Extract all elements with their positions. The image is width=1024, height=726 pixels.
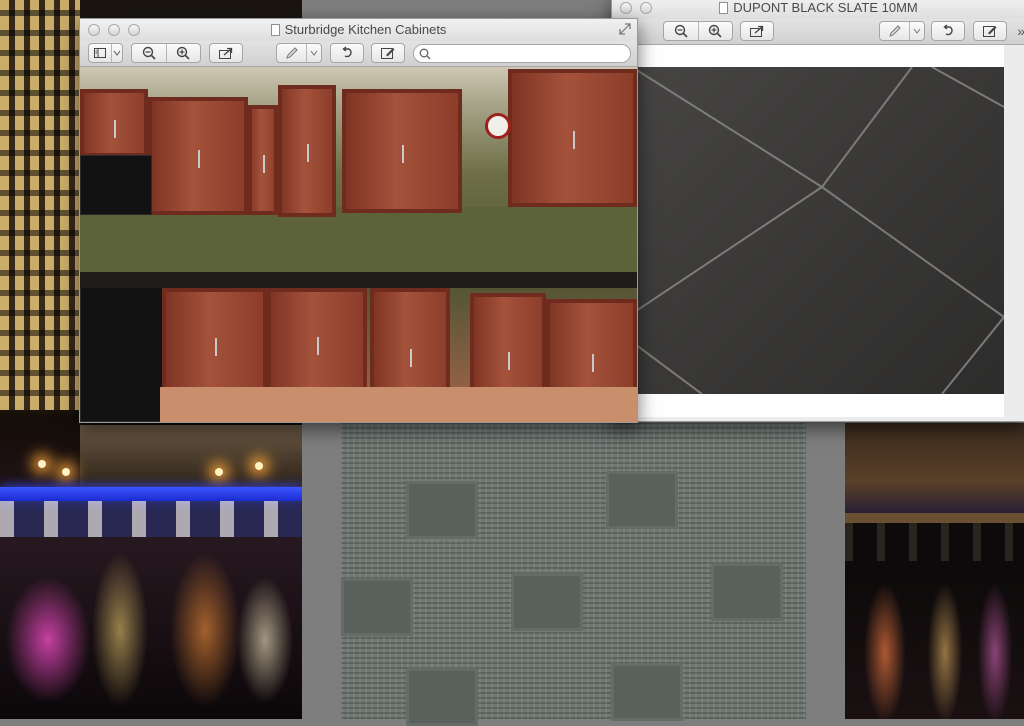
rotate-icon: [342, 46, 352, 58]
zoom-out-button[interactable]: [664, 22, 698, 40]
toolbar: [80, 41, 637, 67]
floor: [160, 387, 637, 422]
zoom-control: [131, 43, 201, 63]
microwave: [80, 155, 152, 215]
window-title: Sturbridge Kitchen Cabinets: [284, 22, 447, 37]
image-canvas: [612, 45, 1004, 417]
sidebar-view-control: [88, 43, 123, 63]
pen-icon: [285, 47, 298, 59]
upper-cabinet: [508, 69, 637, 207]
upper-cabinet: [148, 97, 248, 215]
street-light: [215, 468, 223, 476]
base-cabinet: [267, 288, 367, 396]
share-button[interactable]: [209, 43, 243, 63]
toolbar: »: [612, 19, 1024, 45]
wall: [80, 207, 637, 277]
street-light: [38, 460, 46, 468]
share-icon: [219, 47, 233, 59]
carpet-square: [406, 481, 478, 539]
toolbar-overflow-button[interactable]: »: [1017, 23, 1024, 39]
rotate-button[interactable]: [931, 21, 965, 41]
close-button[interactable]: [88, 24, 100, 36]
desktop-carpet-texture-image: [341, 423, 806, 726]
zoom-in-icon: [177, 46, 190, 60]
search-input[interactable]: [435, 46, 619, 61]
search-field[interactable]: [413, 44, 631, 63]
zoom-out-icon: [142, 46, 156, 60]
sidebar-icon: [94, 48, 106, 58]
preview-window-slate: DUPONT BLACK SLATE 10MM »: [611, 0, 1024, 422]
annotate-button[interactable]: [371, 43, 405, 63]
minimize-button[interactable]: [640, 2, 652, 14]
street-light: [255, 462, 263, 470]
view-options-button[interactable]: [111, 44, 122, 62]
desktop-city-night-image-right: [845, 423, 1024, 719]
chevron-down-icon: [310, 50, 318, 56]
pen-options-button[interactable]: [909, 22, 924, 40]
pen-button[interactable]: [880, 22, 909, 40]
oven: [80, 285, 164, 422]
minimize-button[interactable]: [108, 24, 120, 36]
slate-tile-image: [612, 67, 1004, 394]
kitchen-cabinets-image: [80, 67, 637, 422]
title-bar[interactable]: DUPONT BLACK SLATE 10MM: [612, 0, 1024, 19]
annotate-icon: [381, 48, 395, 59]
close-button[interactable]: [620, 2, 632, 14]
pen-icon: [888, 25, 901, 37]
carpet-square: [711, 563, 783, 621]
zoom-in-button[interactable]: [165, 44, 201, 62]
markup-pen-control: [879, 21, 925, 41]
upper-cabinet: [248, 105, 278, 215]
carpet-square: [406, 668, 478, 726]
carpet-square: [606, 471, 678, 529]
carpet-square: [611, 663, 683, 721]
street-light: [62, 468, 70, 476]
wall-clock: [485, 113, 511, 139]
countertop: [80, 272, 637, 288]
pen-options-button[interactable]: [306, 44, 321, 62]
rotate-button[interactable]: [330, 43, 364, 63]
zoom-button[interactable]: [128, 24, 140, 36]
slate-tile-grout-lines: [612, 67, 1004, 394]
fullscreen-icon[interactable]: [619, 23, 631, 35]
zoom-out-icon: [674, 24, 688, 38]
share-button[interactable]: [740, 21, 774, 41]
document-icon: [270, 23, 280, 36]
pen-button[interactable]: [277, 44, 306, 62]
zoom-out-button[interactable]: [132, 44, 166, 62]
share-icon: [750, 25, 764, 37]
zoom-in-button[interactable]: [697, 22, 733, 40]
bridge: [845, 513, 1024, 523]
title-bar[interactable]: Sturbridge Kitchen Cabinets: [80, 19, 637, 41]
annotate-icon: [983, 26, 997, 37]
document-icon: [719, 1, 729, 14]
lit-tower-building: [0, 0, 80, 410]
blue-lit-bridge: [0, 487, 302, 501]
zoom-in-icon: [709, 24, 722, 38]
glass-door-cabinet: [278, 85, 336, 217]
preview-window-kitchen: Sturbridge Kitchen Cabinets: [79, 18, 638, 423]
carpet-square: [341, 578, 413, 636]
carpet-square: [511, 573, 583, 631]
zoom-control: [663, 21, 733, 41]
sidebar-button[interactable]: [89, 44, 111, 62]
annotate-button[interactable]: [973, 21, 1007, 41]
search-icon: [419, 48, 431, 59]
rotate-icon: [943, 24, 953, 36]
bridge-piers: [845, 523, 1024, 561]
base-cabinet-drawers: [162, 288, 267, 400]
chevron-down-icon: [913, 28, 921, 34]
window-title: DUPONT BLACK SLATE 10MM: [733, 0, 918, 15]
upper-cabinet: [80, 89, 148, 157]
upper-cabinet: [342, 89, 462, 213]
chevron-down-icon: [113, 50, 121, 56]
bridge-arches: [0, 501, 302, 537]
markup-pen-control: [276, 43, 322, 63]
skyline-buildings: [80, 425, 302, 487]
